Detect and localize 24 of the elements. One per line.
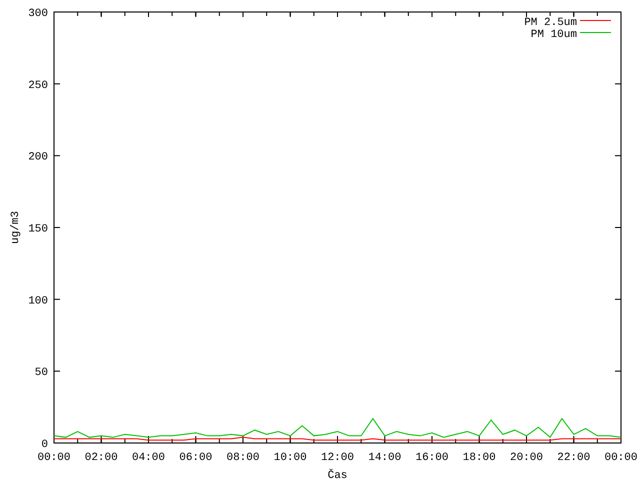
tick-label: 250 bbox=[28, 80, 48, 92]
tick-label: 300 bbox=[28, 8, 48, 20]
tick-label: 22:00 bbox=[557, 452, 590, 464]
legend-label: PM 10um bbox=[530, 29, 577, 41]
tick-label: 02:00 bbox=[84, 452, 118, 464]
axis-title: ug/m3 bbox=[10, 211, 22, 244]
tick-label: 00:00 bbox=[38, 452, 70, 464]
tick-label: 16:00 bbox=[416, 452, 448, 464]
tick-label: 10:00 bbox=[274, 452, 307, 464]
tick-label: 200 bbox=[28, 152, 48, 164]
tick-label: 50 bbox=[34, 367, 48, 380]
tick-label: 04:00 bbox=[132, 452, 165, 464]
tick-label: 00:00 bbox=[604, 452, 638, 464]
tick-label: 12:00 bbox=[321, 452, 354, 464]
tick-label: 14:00 bbox=[368, 452, 402, 464]
tick-label: 08:00 bbox=[226, 452, 260, 464]
tick-label: 150 bbox=[28, 224, 48, 236]
tick-label: 0 bbox=[41, 439, 48, 451]
legend-label: PM 2.5um bbox=[524, 17, 577, 29]
tick-label: 18:00 bbox=[462, 452, 496, 464]
tick-label: 06:00 bbox=[179, 452, 212, 464]
tick-label: 100 bbox=[28, 295, 48, 308]
axis-title: Čas bbox=[328, 470, 348, 480]
tick-label: 20:00 bbox=[510, 452, 543, 464]
